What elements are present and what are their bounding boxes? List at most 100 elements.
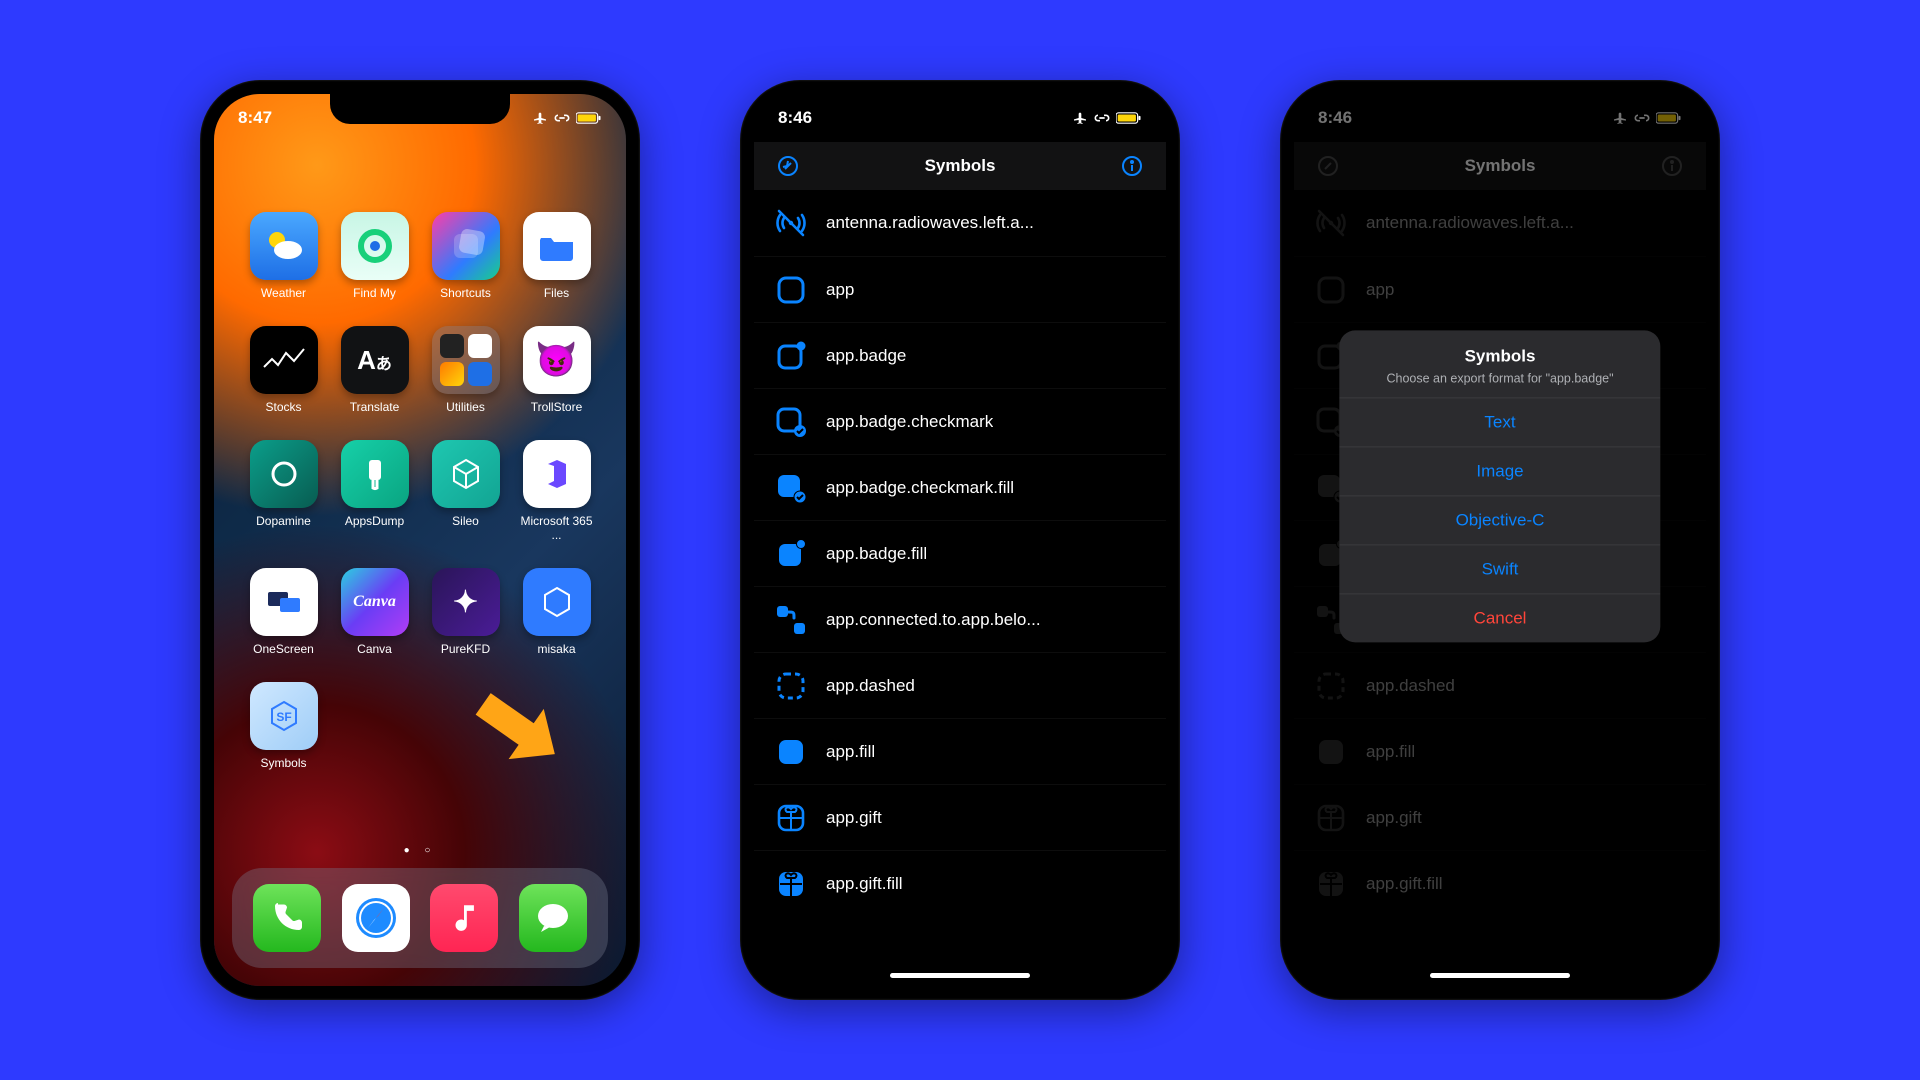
symbol-label: app.badge.checkmark.fill <box>826 478 1014 498</box>
app-onescreen[interactable]: OneScreen <box>242 568 326 656</box>
symbol-row-antenna-radiowaves-left-and-right-slash[interactable]: antenna.radiowaves.left.a... <box>754 190 1166 256</box>
app-weather[interactable]: Weather <box>242 212 326 300</box>
battery-icon <box>1116 111 1142 125</box>
nav-info-button[interactable] <box>1118 152 1146 180</box>
symbol-row-app-gift-fill[interactable]: app.gift.fill <box>754 850 1166 916</box>
notch <box>1410 94 1590 124</box>
app-label: Weather <box>242 286 326 300</box>
symbols-list[interactable]: antenna.radiowaves.left.a... app app.badge… <box>754 190 1166 986</box>
symbol-row-app-badge-checkmark[interactable]: app.badge.checkmark <box>754 388 1166 454</box>
sheet-option-image[interactable]: Image <box>1339 446 1660 495</box>
app-label: Microsoft 365 ... <box>515 514 599 542</box>
home-indicator[interactable] <box>890 973 1030 978</box>
app-icon <box>774 273 808 307</box>
sheet-option-swift[interactable]: Swift <box>1339 544 1660 593</box>
music-app[interactable] <box>430 884 498 952</box>
symbol-row-app-badge-checkmark-fill[interactable]: app.badge.checkmark.fill <box>754 454 1166 520</box>
messages-app[interactable] <box>519 884 587 952</box>
app-misaka[interactable]: misaka <box>515 568 599 656</box>
app-appsdump[interactable]: AppsDump <box>333 440 417 542</box>
app-label: Utilities <box>424 400 508 414</box>
sheet-option-objective-c[interactable]: Objective-C <box>1339 495 1660 544</box>
symbol-row-app-badge-fill[interactable]: app.badge.fill <box>754 520 1166 586</box>
antenna-slash-icon <box>774 206 808 240</box>
link-icon <box>1094 112 1110 124</box>
app-find-my[interactable]: Find My <box>333 212 417 300</box>
app-dopamine[interactable]: Dopamine <box>242 440 326 542</box>
symbol-label: app.fill <box>826 742 875 762</box>
app-label: Stocks <box>242 400 326 414</box>
app-badge-check-fill-icon <box>774 471 808 505</box>
app-label: Sileo <box>424 514 508 528</box>
symbol-label: app.gift <box>826 808 882 828</box>
app-label: AppsDump <box>333 514 417 528</box>
app-utilities[interactable]: Utilities <box>424 326 508 414</box>
app-trollstore[interactable]: 😈TrollStore <box>515 326 599 414</box>
sheet-option-text[interactable]: Text <box>1339 397 1660 446</box>
app-label: Symbols <box>242 756 326 770</box>
app-label: Translate <box>333 400 417 414</box>
app-files[interactable]: Files <box>515 212 599 300</box>
nav-back-compass-button[interactable] <box>774 152 802 180</box>
app-label: PureKFD <box>424 642 508 656</box>
battery-icon <box>576 111 602 125</box>
dock <box>232 868 608 968</box>
export-action-sheet: Symbols Choose an export format for "app… <box>1339 331 1660 642</box>
symbol-label: app.badge.fill <box>826 544 927 564</box>
app-fill-icon <box>774 735 808 769</box>
home-apps-grid: Weather Find My Shortcuts Files Stocks AあTran… <box>214 164 626 770</box>
svg-text:SF: SF <box>276 710 291 724</box>
app-badge-icon <box>774 339 808 373</box>
app-shortcuts[interactable]: Shortcuts <box>424 212 508 300</box>
app-badge-check-icon <box>774 405 808 439</box>
symbol-row-app-gift[interactable]: app.gift <box>754 784 1166 850</box>
phone-2-symbols-list: 8:46 Symbols antenna.radiowaves.left.a..… <box>740 80 1180 1000</box>
app-dashed-icon <box>774 669 808 703</box>
airplane-icon <box>1072 110 1088 126</box>
symbol-row-app[interactable]: app <box>754 256 1166 322</box>
symbol-label: app <box>826 280 854 300</box>
symbol-label: app.dashed <box>826 676 915 696</box>
sheet-cancel-button[interactable]: Cancel <box>1339 593 1660 642</box>
symbol-row-app-badge[interactable]: app.badge <box>754 322 1166 388</box>
notch <box>870 94 1050 124</box>
home-indicator[interactable] <box>1430 973 1570 978</box>
symbol-label: app.badge.checkmark <box>826 412 993 432</box>
nav-title: Symbols <box>925 156 996 176</box>
symbol-label: app.badge <box>826 346 906 366</box>
phone-app[interactable] <box>253 884 321 952</box>
app-label: Dopamine <box>242 514 326 528</box>
airplane-icon <box>532 110 548 126</box>
status-time: 8:46 <box>778 108 812 128</box>
app-symbols[interactable]: SF Symbols <box>242 682 326 770</box>
app-gift-icon <box>774 801 808 835</box>
app-badge-fill-icon <box>774 537 808 571</box>
app-label: misaka <box>515 642 599 656</box>
page-indicator: ● ○ <box>214 845 626 856</box>
app-label: Canva <box>333 642 417 656</box>
sheet-subtitle: Choose an export format for "app.badge" <box>1357 371 1642 387</box>
app-stocks[interactable]: Stocks <box>242 326 326 414</box>
app-label: Files <box>515 286 599 300</box>
symbol-row-app-connected-to-app-below-fill[interactable]: app.connected.to.app.belo... <box>754 586 1166 652</box>
app-label: Shortcuts <box>424 286 508 300</box>
link-icon <box>554 112 570 124</box>
app-microsoft-365-[interactable]: Microsoft 365 ... <box>515 440 599 542</box>
symbol-row-app-dashed[interactable]: app.dashed <box>754 652 1166 718</box>
app-canva[interactable]: CanvaCanva <box>333 568 417 656</box>
app-translate[interactable]: AあTranslate <box>333 326 417 414</box>
phone-3-export-sheet: 8:46 Symbols antenna.radiowaves.left.a..… <box>1280 80 1720 1000</box>
symbol-label: app.connected.to.app.belo... <box>826 610 1041 630</box>
app-purekfd[interactable]: ✦PureKFD <box>424 568 508 656</box>
app-label: OneScreen <box>242 642 326 656</box>
app-sileo[interactable]: Sileo <box>424 440 508 542</box>
app-label: Find My <box>333 286 417 300</box>
symbol-row-app-fill[interactable]: app.fill <box>754 718 1166 784</box>
app-connected-icon <box>774 603 808 637</box>
sheet-title: Symbols <box>1357 347 1642 367</box>
symbol-label: antenna.radiowaves.left.a... <box>826 213 1034 233</box>
nav-bar: Symbols <box>754 142 1166 190</box>
safari-app[interactable] <box>342 884 410 952</box>
notch <box>330 94 510 124</box>
app-label: TrollStore <box>515 400 599 414</box>
